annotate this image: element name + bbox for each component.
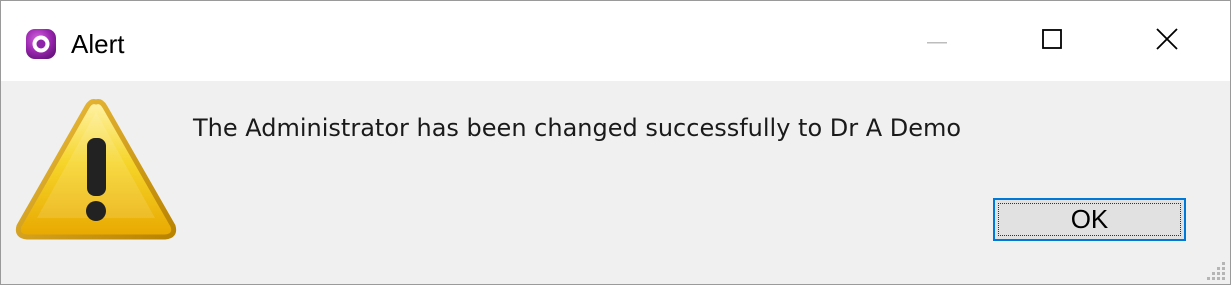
ok-button[interactable]: OK [993, 198, 1186, 241]
app-logo-icon [25, 28, 57, 60]
close-icon [1156, 27, 1178, 55]
title-bar[interactable]: Alert [1, 1, 1230, 81]
dialog-body: The Administrator has been changed succe… [1, 81, 1230, 284]
minimize-icon [927, 32, 947, 50]
alert-message: The Administrator has been changed succe… [193, 114, 962, 142]
ok-button-label: OK [1070, 204, 1109, 234]
maximize-icon [1042, 28, 1062, 54]
minimize-button[interactable] [881, 1, 993, 81]
maximize-button[interactable] [996, 1, 1108, 81]
window-title: Alert [71, 29, 125, 59]
warning-icon [15, 96, 177, 242]
alert-window: Alert The Administrator has been changed… [0, 0, 1231, 285]
resize-grip-icon[interactable] [1204, 258, 1226, 280]
close-button[interactable] [1111, 1, 1223, 81]
